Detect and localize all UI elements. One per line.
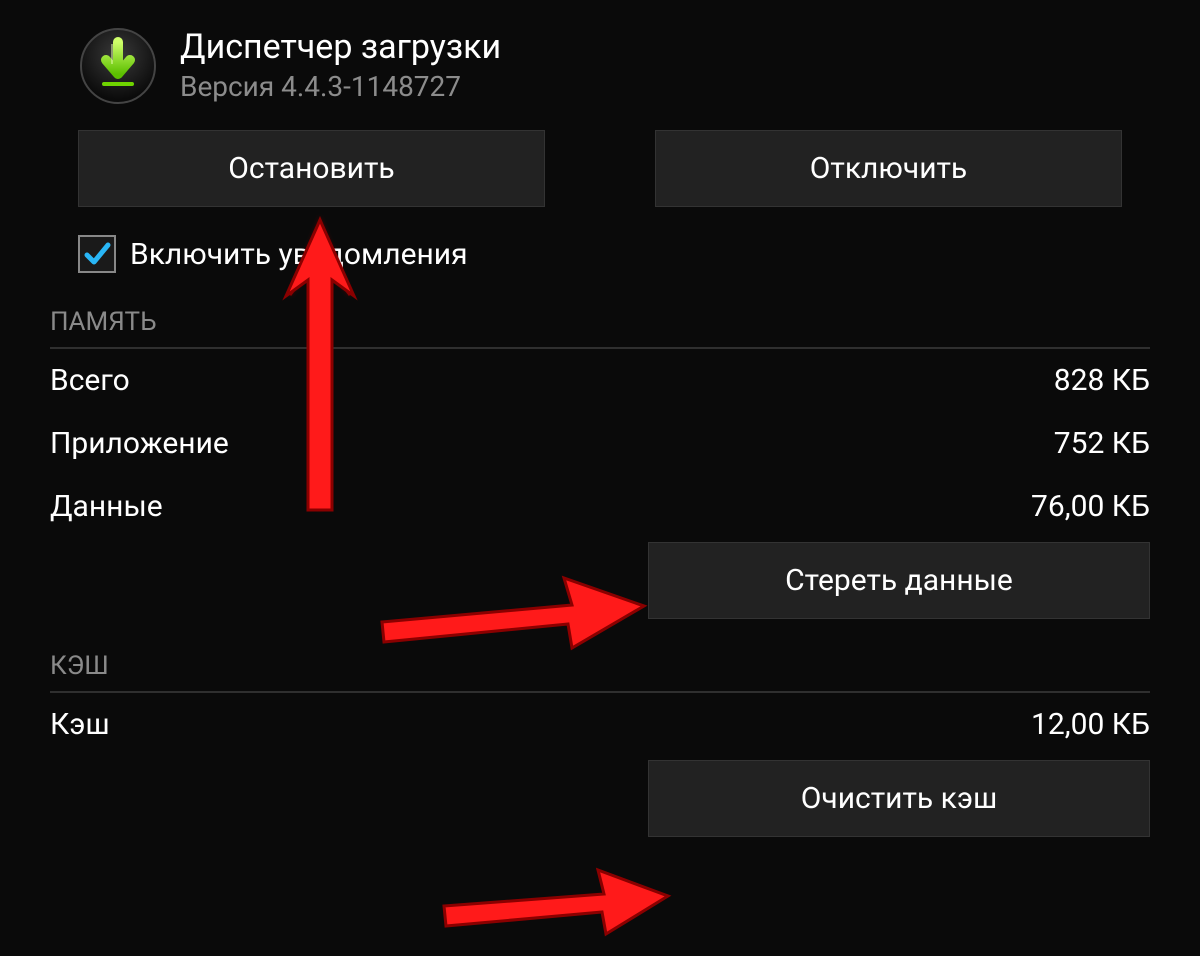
app-size-value: 752 КБ — [1054, 426, 1150, 461]
app-title-block: Диспетчер загрузки Версия 4.4.3-1148727 — [180, 29, 501, 103]
cache-row: Кэш 12,00 КБ — [0, 693, 1200, 756]
cache-label: Кэш — [50, 707, 110, 742]
clear-data-button[interactable]: Стереть данные — [648, 542, 1150, 619]
app-size-label: Приложение — [50, 426, 229, 461]
annotation-arrow-icon — [436, 846, 676, 956]
notifications-row[interactable]: Включить уведомления — [0, 229, 1200, 299]
app-header: Диспетчер загрузки Версия 4.4.3-1148727 — [0, 0, 1200, 124]
app-row: Приложение 752 КБ — [0, 412, 1200, 475]
total-label: Всего — [50, 363, 130, 398]
download-manager-icon — [78, 26, 158, 106]
data-size-value: 76,00 КБ — [1031, 489, 1150, 524]
memory-section-header: ПАМЯТЬ — [0, 299, 1200, 343]
clear-data-row: Стереть данные — [0, 538, 1200, 643]
data-row: Данные 76,00 КБ — [0, 475, 1200, 538]
total-row: Всего 828 КБ — [0, 349, 1200, 412]
cache-section-header: КЭШ — [0, 643, 1200, 687]
notifications-checkbox[interactable] — [78, 235, 116, 273]
app-version: Версия 4.4.3-1148727 — [180, 70, 501, 103]
clear-cache-row: Очистить кэш — [0, 756, 1200, 861]
data-size-label: Данные — [50, 489, 163, 524]
stop-button[interactable]: Остановить — [78, 130, 545, 207]
total-value: 828 КБ — [1054, 363, 1150, 398]
cache-value: 12,00 КБ — [1031, 707, 1150, 742]
notifications-label: Включить уведомления — [130, 237, 468, 272]
clear-cache-button[interactable]: Очистить кэш — [648, 760, 1150, 837]
top-button-row: Остановить Отключить — [0, 124, 1200, 229]
app-title: Диспетчер загрузки — [180, 29, 501, 66]
disable-button[interactable]: Отключить — [655, 130, 1122, 207]
